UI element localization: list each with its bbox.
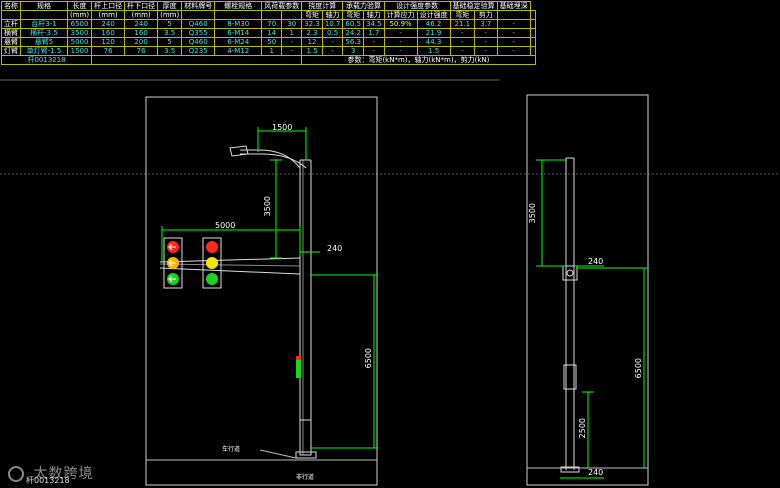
label-base: 非行道 (296, 474, 315, 481)
dim-lamp-arm: 1500 (272, 123, 293, 132)
yellow-lamp (206, 257, 218, 269)
watermark-logo-icon (8, 466, 24, 482)
lamp-arm (229, 145, 307, 169)
side-pole (560, 157, 580, 473)
side-dimension-lines (536, 159, 648, 479)
main-pole (295, 159, 317, 459)
side-dim-top-height: 3500 (528, 203, 537, 224)
traffic-light-round (202, 237, 222, 289)
front-dimension-lines (161, 127, 378, 449)
side-dim-base-width: 240 (588, 468, 604, 477)
front-ground (146, 356, 377, 461)
cantilever-arm (159, 257, 301, 275)
lamp-head-icon (229, 145, 249, 157)
green-lamp (206, 273, 218, 285)
label-ground: 车行道 (222, 446, 241, 453)
drawing-canvas (0, 79, 780, 486)
side-dim-lower: 2500 (578, 418, 587, 439)
dim-top-height: 3500 (263, 196, 272, 217)
pedestrian-signal-icon (296, 360, 301, 378)
traffic-light-arrow (163, 237, 183, 289)
red-lamp (206, 241, 218, 253)
dim-pole-height: 6500 (364, 348, 373, 369)
side-dim-pole-width: 240 (588, 257, 604, 266)
dim-cantilever: 5000 (215, 221, 236, 230)
front-view-frame (145, 96, 378, 486)
side-dim-pole-height: 6500 (634, 358, 643, 379)
dim-pole-width: 240 (327, 244, 343, 253)
drawing-code: 杆0013218 (26, 476, 70, 485)
